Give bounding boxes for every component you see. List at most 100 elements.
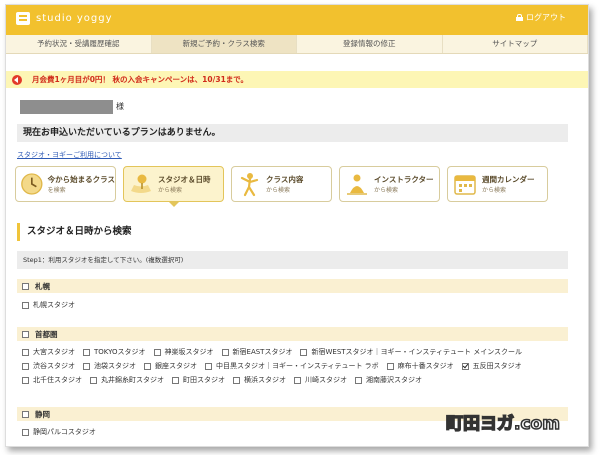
studio-label: 新宿EASTスタジオ xyxy=(232,348,293,356)
studio-option[interactable]: 大宮スタジオ xyxy=(22,345,75,359)
studio-checkbox[interactable] xyxy=(90,376,97,384)
studio-checkbox[interactable] xyxy=(172,376,179,384)
tab-upcoming-classes[interactable]: 今から始まるクラス を検索 xyxy=(15,166,116,202)
nav-item-sitemap[interactable]: サイトマップ xyxy=(443,35,588,53)
studio-option[interactable]: 神楽坂スタジオ xyxy=(153,345,214,359)
region-sapporo: 札幌 札幌スタジオ xyxy=(17,279,568,312)
studio-option[interactable]: 川崎スタジオ xyxy=(294,373,347,387)
tab-sub: から検索 xyxy=(374,187,399,194)
search-tabs: 今から始まるクラス を検索 スタジオ＆日時 から検索 クラス内容 から検索 イン… xyxy=(15,166,548,207)
studio-label: 新宿WESTスタジオ｜ヨギー・インスティテュート メインスクール xyxy=(311,348,523,356)
tab-sub: から検索 xyxy=(266,187,291,194)
region-name: 静岡 xyxy=(35,409,50,419)
studio-option[interactable]: 五反田スタジオ xyxy=(461,359,522,373)
studio-checkbox[interactable] xyxy=(83,348,90,356)
instructor-icon xyxy=(347,174,367,195)
studio-checkbox[interactable] xyxy=(386,362,394,370)
studio-checkbox[interactable] xyxy=(22,348,29,356)
logout-link[interactable]: ログアウト xyxy=(516,12,566,23)
tab-weekly-calendar[interactable]: 週間カレンダー から検索 xyxy=(447,166,548,202)
studio-list: 札幌スタジオ xyxy=(17,293,568,312)
studio-label: 神楽坂スタジオ xyxy=(164,348,214,356)
brand-name: studio yoggy xyxy=(36,13,113,24)
guide-link[interactable]: スタジオ・ヨギーご利用について xyxy=(17,150,122,160)
studio-label: 麻布十番スタジオ xyxy=(397,362,454,370)
studio-option[interactable]: 丸井錦糸町スタジオ xyxy=(90,373,164,387)
studio-checkbox[interactable] xyxy=(355,376,362,384)
studio-option[interactable]: 銀座スタジオ xyxy=(144,359,197,373)
studio-option[interactable]: 町田スタジオ xyxy=(172,373,225,387)
studio-option[interactable]: 札幌スタジオ xyxy=(22,298,75,312)
studio-label: 五反田スタジオ xyxy=(472,362,522,370)
studio-label: 札幌スタジオ xyxy=(33,301,75,309)
calendar-icon xyxy=(454,175,476,195)
region-checkbox[interactable] xyxy=(22,330,29,338)
logo[interactable]: studio yoggy xyxy=(16,12,113,25)
region-checkbox[interactable] xyxy=(22,410,29,418)
studio-checkbox[interactable] xyxy=(461,362,469,370)
tab-instructor[interactable]: インストラクター から検索 xyxy=(339,166,440,202)
studio-checkbox[interactable] xyxy=(22,428,29,436)
studio-option[interactable]: 麻布十番スタジオ xyxy=(386,359,454,373)
studio-option[interactable]: 渋谷スタジオ xyxy=(22,359,75,373)
tab-sub: を検索 xyxy=(47,187,66,194)
honorific: 様 xyxy=(116,102,124,111)
arrow-left-icon xyxy=(12,74,22,85)
main-nav: 予約状況・受講履歴確認 新規ご予約・クラス検索 登録情報の修正 サイトマップ xyxy=(6,35,588,54)
no-plan-message: 現在お申込いただいているプランはありません。 xyxy=(17,124,568,142)
tab-studio-datetime[interactable]: スタジオ＆日時 から検索 xyxy=(123,166,224,207)
lock-icon xyxy=(516,14,523,21)
nav-item-new-reservation[interactable]: 新規ご予約・クラス検索 xyxy=(151,35,297,53)
studio-option[interactable]: 池袋スタジオ xyxy=(83,359,136,373)
studio-checkbox[interactable] xyxy=(144,362,151,370)
studio-label: 北千住スタジオ xyxy=(33,376,82,384)
studio-label: 渋谷スタジオ xyxy=(33,362,75,370)
tab-title: スタジオ＆日時 xyxy=(158,175,211,184)
studio-option[interactable]: 新宿WESTスタジオ｜ヨギー・インスティテュート メインスクール xyxy=(300,345,522,359)
clock-icon xyxy=(21,173,43,195)
region-checkbox[interactable] xyxy=(22,282,29,290)
tab-title: インストラクター xyxy=(374,175,434,184)
studio-checkbox[interactable] xyxy=(22,376,29,384)
region-header: 首都圏 xyxy=(17,327,568,341)
studio-checkbox[interactable] xyxy=(22,362,29,370)
studio-option[interactable]: 新宿EASTスタジオ xyxy=(221,345,293,359)
section-title: スタジオ＆日時から検索 xyxy=(17,223,568,241)
studio-checkbox[interactable] xyxy=(221,348,229,356)
studio-label: 大宮スタジオ xyxy=(33,348,75,356)
studio-label: 丸井錦糸町スタジオ xyxy=(101,376,164,384)
studio-checkbox[interactable] xyxy=(22,301,29,309)
region-name: 札幌 xyxy=(35,281,50,291)
studio-option[interactable]: 北千住スタジオ xyxy=(22,373,82,387)
tab-title: 今から始まるクラス xyxy=(47,175,115,184)
tab-sub: から検索 xyxy=(482,187,507,194)
studio-checkbox[interactable] xyxy=(153,348,161,356)
tab-title: クラス内容 xyxy=(266,175,304,184)
studio-checkbox[interactable] xyxy=(83,362,90,370)
site-header: studio yoggy ログアウト xyxy=(6,5,588,35)
nav-item-edit-registration[interactable]: 登録情報の修正 xyxy=(297,35,443,53)
tab-sub: から検索 xyxy=(158,187,183,194)
studio-option[interactable]: 中目黒スタジオ｜ヨギー・インスティテュート ラボ xyxy=(205,359,379,373)
step1-instruction: Step1：利用スタジオを指定して下さい。(複数選択可) xyxy=(17,251,568,269)
logout-label: ログアウト xyxy=(526,13,566,22)
studio-checkbox[interactable] xyxy=(294,376,301,384)
watermark: 町田ヨガ.com xyxy=(445,413,560,435)
studio-option[interactable]: 湘南藤沢スタジオ xyxy=(355,373,422,387)
promo-banner[interactable]: 月会費1ヶ月目が0円！ 秋の入会キャンペーンは、10/31まで。 xyxy=(6,71,588,88)
tab-class-content[interactable]: クラス内容 から検索 xyxy=(231,166,332,202)
studio-label: 町田スタジオ xyxy=(183,376,225,384)
studio-label: 静岡パルコスタジオ xyxy=(33,428,96,436)
studio-option[interactable]: 静岡パルコスタジオ xyxy=(22,425,96,439)
studio-checkbox[interactable] xyxy=(233,376,240,384)
studio-label: 池袋スタジオ xyxy=(94,362,136,370)
studio-checkbox[interactable] xyxy=(300,348,308,356)
username-redacted xyxy=(20,100,113,114)
studio-checkbox[interactable] xyxy=(205,362,212,370)
studio-option[interactable]: TOKYOスタジオ xyxy=(83,345,146,359)
studio-label: 銀座スタジオ xyxy=(155,362,197,370)
promo-text: 月会費1ヶ月目が0円！ 秋の入会キャンペーンは、10/31まで。 xyxy=(32,75,248,84)
studio-option[interactable]: 横浜スタジオ xyxy=(233,373,286,387)
map-pin-icon xyxy=(131,174,151,193)
nav-item-reservation-status[interactable]: 予約状況・受講履歴確認 xyxy=(6,35,152,53)
